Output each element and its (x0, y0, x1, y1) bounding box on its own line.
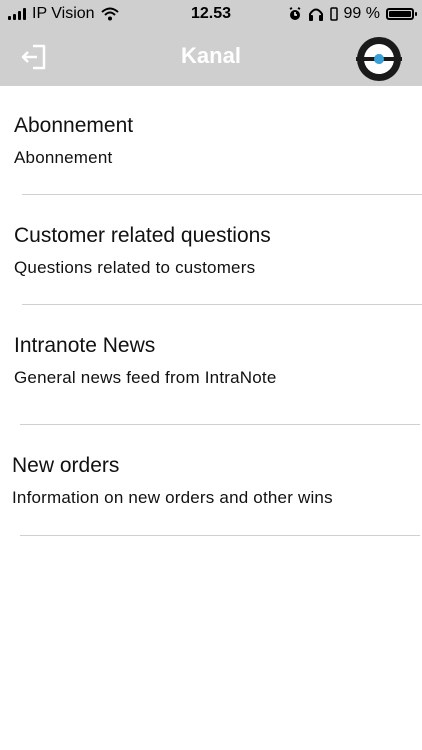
app-logo-icon (356, 37, 402, 81)
channel-subtitle: Abonnement (14, 148, 113, 167)
channel-subtitle: Information on new orders and other wins (12, 488, 333, 507)
channel-item-customer-related-questions[interactable]: Customer related questions Questions rel… (0, 196, 422, 306)
alarm-icon (289, 7, 300, 20)
channel-title: Abonnement (14, 114, 134, 137)
orientation-lock-icon (329, 7, 338, 21)
battery-percent: 99 % (343, 5, 380, 22)
channel-subtitle: General news feed from IntraNote (14, 368, 277, 387)
channel-subtitle: Questions related to customers (14, 258, 256, 277)
channel-title: Customer related questions (14, 224, 271, 247)
channel-title: New orders (12, 454, 120, 477)
header-bar: Kanal (0, 30, 422, 86)
app-logo[interactable] (356, 36, 402, 82)
channel-item-new-orders[interactable]: New orders Information on new orders and… (0, 426, 422, 538)
headphones-icon (308, 8, 323, 21)
divider (22, 304, 422, 305)
status-right: 99 % (288, 5, 417, 23)
battery-icon (386, 8, 417, 20)
channel-item-intranote-news[interactable]: Intranote News General news feed from In… (0, 306, 422, 426)
divider (20, 424, 420, 425)
divider (22, 194, 422, 195)
status-bar: IP Vision 12.53 99 % (0, 0, 422, 30)
channel-item-abonnement[interactable]: Abonnement Abonnement (0, 86, 422, 196)
divider (20, 535, 420, 536)
channel-title: Intranote News (14, 334, 156, 357)
